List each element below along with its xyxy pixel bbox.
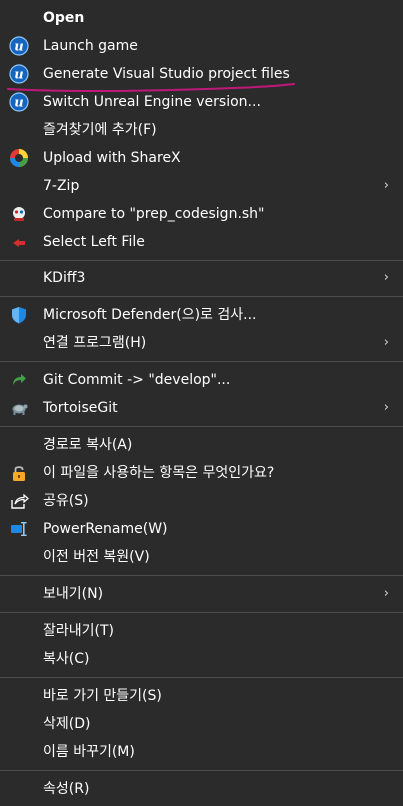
menu-item-label: 연결 프로그램(H) bbox=[43, 335, 147, 351]
menu-item-label: Microsoft Defender(으)로 검사... bbox=[43, 307, 257, 323]
chevron-right-icon: › bbox=[383, 270, 389, 285]
menu-item-label: Select Left File bbox=[43, 234, 145, 250]
svg-text:u: u bbox=[14, 40, 23, 55]
menu-item-tortoisegit[interactable]: TortoiseGit › bbox=[0, 394, 403, 422]
menu-separator bbox=[0, 426, 403, 427]
menu-separator bbox=[0, 770, 403, 771]
menu-item-label: 이전 버전 복원(V) bbox=[43, 549, 150, 565]
menu-item-create-shortcut[interactable]: 바로 가기 만들기(S) bbox=[0, 682, 403, 710]
menu-item-open[interactable]: Open bbox=[0, 4, 403, 32]
menu-item-label: 보내기(N) bbox=[43, 586, 104, 602]
chevron-right-icon: › bbox=[383, 400, 389, 415]
menu-item-share[interactable]: 공유(S) bbox=[0, 487, 403, 515]
menu-item-switch-ue-version[interactable]: u Switch Unreal Engine version... bbox=[0, 88, 403, 116]
menu-separator bbox=[0, 260, 403, 261]
kdiff-select-icon bbox=[9, 232, 29, 252]
menu-item-cut[interactable]: 잘라내기(T) bbox=[0, 617, 403, 645]
menu-item-copy[interactable]: 복사(C) bbox=[0, 645, 403, 673]
menu-item-send-to[interactable]: 보내기(N) › bbox=[0, 580, 403, 608]
menu-item-label: 이 파일을 사용하는 항목은 무엇인가요? bbox=[43, 465, 275, 481]
menu-item-label: Launch game bbox=[43, 38, 138, 54]
menu-item-copy-as-path[interactable]: 경로로 복사(A) bbox=[0, 431, 403, 459]
powerrename-icon bbox=[9, 519, 29, 539]
menu-item-label: TortoiseGit bbox=[43, 400, 118, 416]
menu-item-defender-scan[interactable]: Microsoft Defender(으)로 검사... bbox=[0, 301, 403, 329]
menu-item-add-to-favorites[interactable]: 즐겨찾기에 추가(F) bbox=[0, 116, 403, 144]
menu-item-label: 7-Zip bbox=[43, 178, 80, 194]
menu-item-label: Compare to "prep_codesign.sh" bbox=[43, 206, 265, 222]
menu-item-label: Open bbox=[43, 10, 85, 26]
menu-item-label: 바로 가기 만들기(S) bbox=[43, 688, 162, 704]
menu-item-delete[interactable]: 삭제(D) bbox=[0, 710, 403, 738]
menu-item-label: KDiff3 bbox=[43, 270, 86, 286]
menu-item-label: 경로로 복사(A) bbox=[43, 437, 133, 453]
context-menu: Open u Launch game u Generate Visual Stu… bbox=[0, 0, 403, 806]
share-icon bbox=[9, 491, 29, 511]
chevron-right-icon: › bbox=[383, 586, 389, 601]
menu-item-7zip[interactable]: 7-Zip › bbox=[0, 172, 403, 200]
menu-item-label: Upload with ShareX bbox=[43, 150, 181, 166]
menu-item-restore-previous-versions[interactable]: 이전 버전 복원(V) bbox=[0, 543, 403, 571]
menu-item-label: 이름 바꾸기(M) bbox=[43, 744, 135, 760]
menu-item-label: 삭제(D) bbox=[43, 716, 91, 732]
defender-shield-icon bbox=[9, 305, 29, 325]
tortoisegit-icon bbox=[9, 398, 29, 418]
git-commit-icon bbox=[9, 370, 29, 390]
chevron-right-icon: › bbox=[383, 335, 389, 350]
menu-separator bbox=[0, 612, 403, 613]
menu-separator bbox=[0, 296, 403, 297]
menu-item-compare-to[interactable]: Compare to "prep_codesign.sh" bbox=[0, 200, 403, 228]
menu-item-file-locksmith[interactable]: 이 파일을 사용하는 항목은 무엇인가요? bbox=[0, 459, 403, 487]
kdiff-compare-icon bbox=[9, 204, 29, 224]
menu-item-label: 공유(S) bbox=[43, 493, 89, 509]
menu-item-upload-sharex[interactable]: Upload with ShareX bbox=[0, 144, 403, 172]
menu-separator bbox=[0, 677, 403, 678]
menu-item-rename[interactable]: 이름 바꾸기(M) bbox=[0, 738, 403, 766]
unreal-icon: u bbox=[9, 36, 29, 56]
menu-item-label: PowerRename(W) bbox=[43, 521, 168, 537]
menu-item-label: 잘라내기(T) bbox=[43, 623, 114, 639]
menu-item-label: Git Commit -> "develop"... bbox=[43, 372, 231, 388]
menu-item-launch-game[interactable]: u Launch game bbox=[0, 32, 403, 60]
menu-item-open-with[interactable]: 연결 프로그램(H) › bbox=[0, 329, 403, 357]
menu-separator bbox=[0, 575, 403, 576]
sharex-icon bbox=[9, 148, 29, 168]
chevron-right-icon: › bbox=[383, 178, 389, 193]
menu-item-label: 속성(R) bbox=[43, 781, 90, 797]
menu-item-label: Switch Unreal Engine version... bbox=[43, 94, 261, 110]
menu-item-kdiff3[interactable]: KDiff3 › bbox=[0, 264, 403, 292]
lock-icon bbox=[9, 463, 29, 483]
menu-item-select-left-file[interactable]: Select Left File bbox=[0, 228, 403, 256]
unreal-icon: u bbox=[9, 92, 29, 112]
menu-item-label: 즐겨찾기에 추가(F) bbox=[43, 122, 157, 138]
menu-separator bbox=[0, 361, 403, 362]
menu-item-label: 복사(C) bbox=[43, 651, 90, 667]
menu-item-properties[interactable]: 속성(R) bbox=[0, 775, 403, 803]
svg-text:u: u bbox=[14, 96, 23, 111]
menu-item-git-commit[interactable]: Git Commit -> "develop"... bbox=[0, 366, 403, 394]
menu-item-powerrename[interactable]: PowerRename(W) bbox=[0, 515, 403, 543]
